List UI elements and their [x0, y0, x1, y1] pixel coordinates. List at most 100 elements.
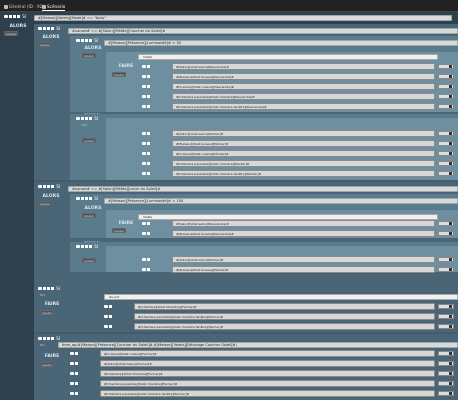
enable-checkbox[interactable]	[109, 315, 112, 318]
toggle-icon[interactable]	[104, 315, 108, 318]
toggle-icon[interactable]	[104, 325, 108, 328]
action-toggle[interactable]	[104, 314, 119, 319]
add-dropdown-button[interactable]: Ajouter	[38, 201, 53, 206]
action-options[interactable]	[438, 381, 454, 386]
toggle-icon[interactable]	[142, 152, 146, 155]
action-command-field[interactable]: #[Cuisine][Volet cuisine][Monter]#	[172, 150, 435, 157]
action-command-field[interactable]: #[Chambre parentale][Volet chambre][Ferm…	[100, 380, 435, 387]
remove-icon[interactable]	[449, 305, 452, 308]
add-dropdown-button[interactable]: Ajouter	[4, 31, 19, 36]
remove-icon[interactable]	[449, 232, 452, 235]
copy-icon[interactable]	[89, 245, 92, 248]
toggle-icon[interactable]	[142, 142, 146, 145]
action-command-field[interactable]: #[Chambre parentale][Volet chambre fenêt…	[134, 323, 435, 330]
copy-icon[interactable]	[51, 185, 54, 188]
si-1-header[interactable]: SI	[38, 26, 60, 32]
action-options[interactable]	[438, 391, 454, 396]
action-command-field[interactable]: #[Salon][Volet Salon][Fermer]#	[100, 360, 435, 367]
expand-toggle-icon[interactable]	[4, 15, 8, 18]
toggle-icon[interactable]	[142, 222, 146, 225]
remove-icon[interactable]	[449, 325, 452, 328]
enable-checkbox[interactable]	[147, 105, 150, 108]
enable-checkbox[interactable]	[147, 162, 150, 165]
expand-toggle-icon[interactable]	[38, 287, 42, 290]
toggle-icon[interactable]	[142, 85, 146, 88]
expand-toggle-icon[interactable]	[38, 27, 42, 30]
action-command-field[interactable]: #[Bureau][Volet bureau][Monter]#	[172, 266, 435, 273]
copy-icon[interactable]	[17, 15, 20, 18]
action-command-field[interactable]: #[Bureau][Volet bureau][Monter]#	[172, 140, 435, 147]
check-icon[interactable]	[13, 15, 16, 18]
enable-checkbox[interactable]	[147, 85, 150, 88]
root-if-header[interactable]: SI	[4, 14, 26, 20]
enable-checkbox[interactable]	[147, 65, 150, 68]
action-options[interactable]	[438, 371, 454, 376]
enable-checkbox[interactable]	[9, 15, 12, 18]
copy-icon[interactable]	[51, 287, 54, 290]
toggle-icon[interactable]	[70, 382, 74, 385]
si-2-condition[interactable]: #sunset# == #[Salon][Météo][Lever du Sol…	[68, 186, 458, 192]
action-command-field[interactable]: #[Bureau][Volet bureau][Descendre]#	[172, 230, 435, 237]
remove-icon[interactable]	[449, 142, 452, 145]
expand-toggle-icon[interactable]	[38, 185, 42, 188]
enable-checkbox[interactable]	[81, 197, 84, 200]
action-toggle[interactable]	[142, 161, 157, 166]
toggle-icon[interactable]	[70, 392, 74, 395]
action-toggle[interactable]	[142, 74, 157, 79]
enable-checkbox[interactable]	[81, 245, 84, 248]
action-command-field[interactable]: #[Chambre parentale][Volet chambre][Mont…	[172, 160, 435, 167]
si-2a-header[interactable]: SI	[76, 196, 98, 202]
toggle-icon[interactable]	[142, 258, 146, 261]
remove-icon[interactable]	[449, 152, 452, 155]
remove-icon[interactable]	[449, 315, 452, 318]
si-1b-header[interactable]: SI	[76, 116, 98, 122]
action-toggle[interactable]	[70, 351, 85, 356]
action-options[interactable]	[438, 171, 454, 176]
root-condition[interactable]: #[Maison][Volets][Mode]# == "Auto"	[34, 15, 452, 21]
enable-checkbox[interactable]	[43, 337, 46, 340]
check-icon[interactable]	[85, 117, 88, 120]
check-icon[interactable]	[47, 27, 50, 30]
action-command-field[interactable]: #[Bureau][Volet bureau][Descendre]#	[172, 73, 435, 80]
action-toggle[interactable]	[142, 84, 157, 89]
action-command-field[interactable]: #[Salon][Volet salon][Monter]#	[172, 130, 435, 137]
action-command-field[interactable]: #[Chambre parentale][Volet chambre fenêt…	[100, 390, 435, 397]
action-command-field[interactable]: #[Cuisine][Volet cuisine][Descendre]#	[172, 83, 435, 90]
action-options[interactable]	[438, 361, 454, 366]
action-toggle[interactable]	[70, 361, 85, 366]
enable-checkbox[interactable]	[75, 362, 78, 365]
action-command-field[interactable]: #[Chambre parentale][Volet chambre][Desc…	[172, 93, 435, 100]
copy-icon[interactable]	[89, 39, 92, 42]
expand-toggle-icon[interactable]	[38, 337, 42, 340]
remove-icon[interactable]	[449, 85, 452, 88]
action-toggle[interactable]	[142, 231, 157, 236]
copy-icon[interactable]	[89, 197, 92, 200]
expand-toggle-icon[interactable]	[76, 197, 80, 200]
tab-general[interactable]: Général (ID : 92)	[4, 2, 44, 11]
remove-icon[interactable]	[449, 162, 452, 165]
enable-checkbox[interactable]	[147, 222, 150, 225]
tag-field[interactable]: Ouvert	[104, 294, 458, 300]
action-toggle[interactable]	[70, 391, 85, 396]
si-2b-header[interactable]: SI	[76, 244, 98, 250]
copy-icon[interactable]	[51, 337, 54, 340]
tag-field[interactable]: Volets	[138, 54, 438, 60]
action-options[interactable]	[438, 74, 454, 79]
bloc-3-header[interactable]: SI	[38, 286, 60, 292]
action-toggle[interactable]	[142, 104, 157, 109]
enable-checkbox[interactable]	[75, 352, 78, 355]
action-options[interactable]	[438, 304, 454, 309]
action-toggle[interactable]	[104, 304, 119, 309]
remove-icon[interactable]	[449, 65, 452, 68]
dans-condition[interactable]: time_op(#[Maison][Présence][Coucher du S…	[58, 342, 458, 348]
action-options[interactable]	[438, 351, 454, 356]
action-toggle[interactable]	[142, 257, 157, 262]
check-icon[interactable]	[47, 185, 50, 188]
enable-checkbox[interactable]	[81, 117, 84, 120]
add-dropdown-button[interactable]: Ajouter	[40, 362, 55, 367]
si-2a-condition[interactable]: #[Maison][Présence][Luminosité]# < 150	[104, 198, 458, 204]
copy-icon[interactable]	[89, 117, 92, 120]
action-options[interactable]	[438, 151, 454, 156]
remove-icon[interactable]	[449, 392, 452, 395]
remove-icon[interactable]	[449, 352, 452, 355]
